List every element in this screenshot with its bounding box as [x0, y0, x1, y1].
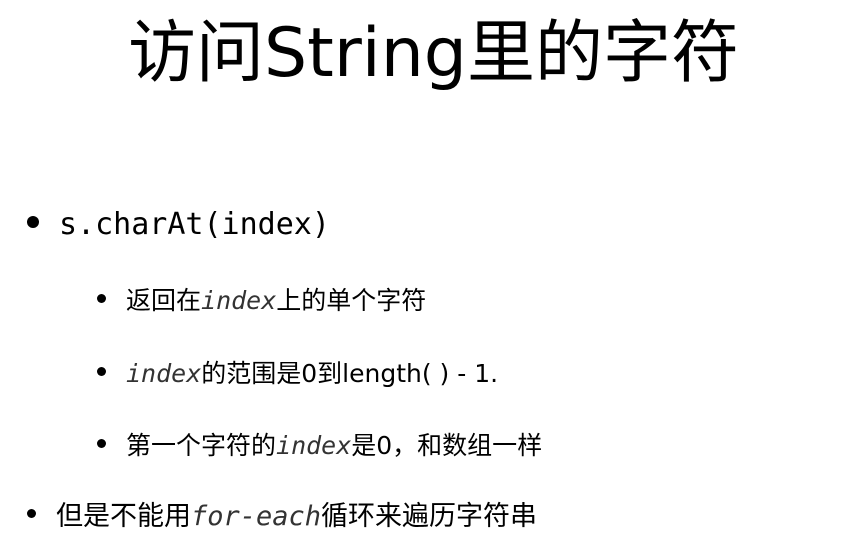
page-title: 访问String里的字符 — [128, 14, 739, 93]
bullet-charat: s.charAt(index) — [27, 205, 330, 245]
bullet-text-pre: 但是不能用 — [56, 501, 191, 532]
sub-bullet-text-post: 上的单个字符 — [276, 286, 427, 315]
sub-bullet-index-range: index的范围是0到length( ) - 1. — [97, 356, 498, 392]
sub-bullet-returns-char: 返回在index上的单个字符 — [97, 283, 426, 319]
bullet-code: for-each — [191, 501, 322, 532]
bullet-dot-icon — [97, 293, 106, 303]
sub-bullet-code: index — [276, 431, 352, 460]
sub-bullet-text-post: 是0，和数组一样 — [351, 431, 543, 460]
bullet-dot-icon — [27, 215, 39, 228]
sub-bullet-code: index — [201, 286, 277, 315]
bullet-dot-icon — [97, 438, 106, 448]
bullet-text-post: 循环来遍历字符串 — [321, 501, 538, 532]
sub-bullet-text-post: 的范围是0到length( ) - 1. — [201, 359, 499, 388]
bullet-code: s.charAt(index) — [59, 207, 330, 242]
bullet-no-foreach: 但是不能用for-each循环来遍历字符串 — [27, 499, 537, 535]
sub-bullet-text-pre: 返回在 — [126, 286, 202, 315]
sub-bullet-code: index — [126, 359, 202, 388]
bullet-dot-icon — [27, 509, 36, 518]
sub-bullet-first-index: 第一个字符的index是0，和数组一样 — [97, 428, 542, 464]
sub-bullet-text-pre: 第一个字符的 — [126, 431, 277, 460]
bullet-dot-icon — [97, 366, 106, 376]
